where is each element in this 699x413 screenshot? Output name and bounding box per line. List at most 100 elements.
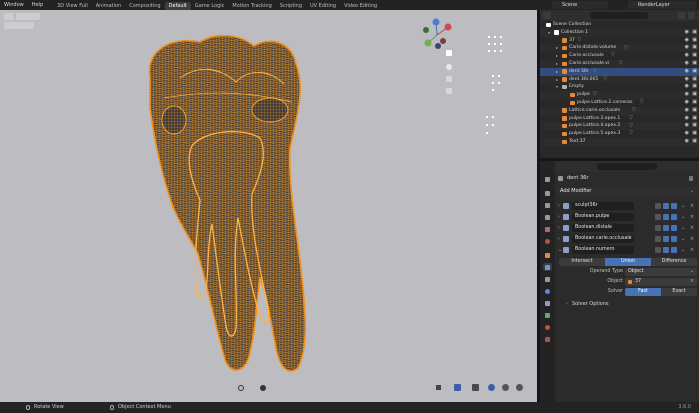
visibility-eye-icon[interactable]: ◉ xyxy=(685,52,689,60)
visibility-eye-icon[interactable]: ◉ xyxy=(685,91,689,99)
editmode-icon[interactable] xyxy=(655,236,661,242)
render-camera-icon[interactable]: ▣ xyxy=(692,52,697,60)
gizmo-y-axis[interactable] xyxy=(424,39,432,47)
viewport-shading-rendered-icon[interactable] xyxy=(516,384,523,391)
render-camera-icon[interactable]: ▣ xyxy=(692,29,697,37)
properties-search-input[interactable] xyxy=(597,163,657,170)
tab-modifiers[interactable] xyxy=(543,263,552,271)
render-toggle-icon[interactable] xyxy=(671,236,677,242)
modifier-panel-header[interactable]: › Boolean.pulpe ⌄ × xyxy=(557,212,697,222)
outliner-row[interactable]: ▾ Empty ◉ ▣ xyxy=(540,83,699,91)
modifier-name-field[interactable]: Boolean.numero xyxy=(572,246,634,254)
render-camera-icon[interactable]: ▣ xyxy=(692,130,697,138)
remove-modifier-icon[interactable]: × xyxy=(690,201,694,211)
editmode-icon[interactable] xyxy=(655,214,661,220)
visibility-eye-icon[interactable]: ◉ xyxy=(685,68,689,76)
menu-window[interactable]: Window xyxy=(0,0,28,10)
render-camera-icon[interactable]: ▣ xyxy=(692,91,697,99)
expand-toggle-icon[interactable]: ▾ xyxy=(556,83,558,91)
tab-material[interactable] xyxy=(543,323,552,331)
operand-type-dropdown[interactable]: Object ⌄ xyxy=(625,268,697,276)
viewport-overlay-icon[interactable] xyxy=(454,384,461,391)
navigation-gizmo[interactable] xyxy=(418,16,456,52)
viewport-display-icon[interactable] xyxy=(663,225,669,231)
viewport-shading-solid-icon[interactable] xyxy=(488,384,495,391)
expand-toggle-icon[interactable]: ▸ xyxy=(556,52,558,60)
viewport-snap-icon[interactable] xyxy=(436,385,441,390)
tab-3d-view-full[interactable]: 3D View Full xyxy=(53,2,92,10)
tab-view-layer[interactable] xyxy=(543,213,552,221)
expand-toggle-icon[interactable]: ▾ xyxy=(548,29,550,37)
render-toggle-icon[interactable] xyxy=(671,247,677,253)
tab-output[interactable] xyxy=(543,201,552,209)
tab-render[interactable] xyxy=(543,189,552,197)
visibility-eye-icon[interactable]: ◉ xyxy=(685,83,689,91)
viewport-camera-icon[interactable] xyxy=(446,76,452,82)
render-camera-icon[interactable]: ▣ xyxy=(692,138,697,146)
tab-texture[interactable] xyxy=(543,335,552,343)
modifier-menu-icon[interactable]: ⌄ xyxy=(681,234,685,244)
render-camera-icon[interactable]: ▣ xyxy=(692,44,697,52)
viewport-rotate-icon[interactable] xyxy=(238,385,244,391)
visibility-eye-icon[interactable]: ◉ xyxy=(685,76,689,84)
visibility-eye-icon[interactable]: ◉ xyxy=(685,44,689,52)
modifier-panel-header[interactable]: › sculpt36r ⌄ × xyxy=(557,201,697,211)
close-icon[interactable]: × xyxy=(690,278,694,286)
tab-data[interactable] xyxy=(543,311,552,319)
gizmo-x-axis[interactable] xyxy=(444,23,452,31)
visibility-eye-icon[interactable]: ◉ xyxy=(685,107,689,115)
solver-options-panel[interactable]: › Solver Options xyxy=(557,300,697,309)
tab-video-editing[interactable]: Video Editing xyxy=(340,2,381,10)
render-camera-icon[interactable]: ▣ xyxy=(692,99,697,107)
operation-intersect-button[interactable]: Intersect xyxy=(559,258,605,266)
outliner-row[interactable]: pulpe.Lattice.3.apex.1 ▽ ◉ ▣ xyxy=(540,115,699,123)
modifier-menu-icon[interactable]: ⌄ xyxy=(681,245,685,255)
expand-toggle-icon[interactable]: ▸ xyxy=(556,60,558,68)
viewport-xray-icon[interactable] xyxy=(472,384,479,391)
visibility-eye-icon[interactable]: ◉ xyxy=(685,138,689,146)
chevron-icon[interactable]: › xyxy=(558,234,560,244)
outliner-filter-icon[interactable] xyxy=(678,12,685,19)
editmode-icon[interactable] xyxy=(655,203,661,209)
tab-game-logic[interactable]: Game Logic xyxy=(191,2,229,10)
solver-fast-button[interactable]: Fast xyxy=(625,288,661,296)
outliner-row[interactable]: 37 ▽ ◉ ▣ xyxy=(540,37,699,45)
add-modifier-button[interactable]: Add Modifier ⌄ xyxy=(557,187,697,196)
render-camera-icon[interactable]: ▣ xyxy=(692,122,697,130)
render-toggle-icon[interactable] xyxy=(671,203,677,209)
outliner-search-input[interactable] xyxy=(590,12,648,19)
expand-toggle-icon[interactable]: ▸ xyxy=(556,68,558,76)
render-camera-icon[interactable]: ▣ xyxy=(692,37,697,45)
gizmo-z-axis[interactable] xyxy=(432,18,440,26)
menu-help[interactable]: Help xyxy=(28,0,47,10)
render-camera-icon[interactable]: ▣ xyxy=(692,76,697,84)
3d-viewport[interactable] xyxy=(0,10,537,402)
chevron-icon[interactable]: › xyxy=(558,223,560,233)
outliner-row[interactable]: ▾ Collection 1 ◉ ▣ xyxy=(540,28,699,37)
tab-animation[interactable]: Animation xyxy=(92,2,126,10)
outliner-row[interactable]: Lattice.carie.occlusale ▽ ◉ ▣ xyxy=(540,106,699,115)
modifier-panel-header[interactable]: ⌄ Boolean.numero ⌄ × xyxy=(557,245,697,255)
visibility-eye-icon[interactable]: ◉ xyxy=(685,122,689,130)
viewport-perspective-icon[interactable] xyxy=(446,88,452,94)
outliner-row[interactable]: ▸ Carie.distale.volume ▽ ◉ ▣ xyxy=(540,44,699,53)
render-toggle-icon[interactable] xyxy=(671,214,677,220)
visibility-eye-icon[interactable]: ◉ xyxy=(685,115,689,123)
viewport-shading-material-icon[interactable] xyxy=(502,384,509,391)
viewport-display-icon[interactable] xyxy=(663,203,669,209)
viewport-display-icon[interactable] xyxy=(663,214,669,220)
render-camera-icon[interactable]: ▣ xyxy=(692,107,697,115)
chevron-icon[interactable]: ⌄ xyxy=(558,245,562,255)
remove-modifier-icon[interactable]: × xyxy=(690,245,694,255)
viewport-gear-icon[interactable] xyxy=(260,385,266,391)
outliner-new-collection-icon[interactable] xyxy=(688,12,695,19)
tab-world[interactable] xyxy=(543,237,552,245)
operation-difference-button[interactable]: Difference xyxy=(651,258,697,266)
modifier-menu-icon[interactable]: ⌄ xyxy=(681,223,685,233)
outliner-row[interactable]: ▸ Carie.occlusale ▽ ◉ ▣ xyxy=(540,52,699,60)
editmode-icon[interactable] xyxy=(655,225,661,231)
tab-object[interactable] xyxy=(543,251,552,259)
chevron-icon[interactable]: › xyxy=(558,201,560,211)
viewport-pan-icon[interactable] xyxy=(446,64,452,70)
tab-particles[interactable] xyxy=(543,275,552,283)
